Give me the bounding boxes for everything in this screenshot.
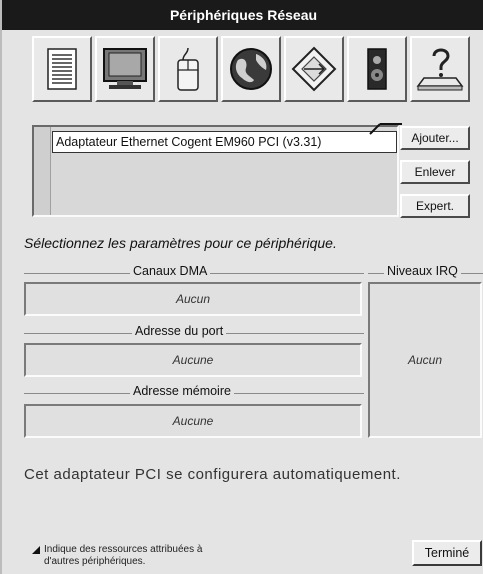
title-bar[interactable]: Périphériques Réseau bbox=[2, 0, 483, 30]
resource-legend: Indique des ressources attribuées à d'au… bbox=[32, 544, 203, 568]
memory-group-title: Adresse mémoire bbox=[130, 384, 234, 398]
port-value-box[interactable]: Aucune bbox=[24, 343, 362, 377]
dma-value: Aucun bbox=[175, 292, 211, 306]
instruction-text: Sélectionnez les paramètres pour ce péri… bbox=[24, 235, 337, 251]
dma-group-title: Canaux DMA bbox=[130, 264, 211, 278]
network-diamond-icon bbox=[291, 46, 337, 92]
document-icon bbox=[47, 48, 77, 90]
mouse-icon bbox=[177, 47, 199, 91]
irq-group-title: Niveaux IRQ bbox=[384, 264, 461, 278]
triangle-marker-icon bbox=[32, 546, 40, 554]
irq-value-box[interactable]: Aucun bbox=[368, 282, 482, 438]
display-category-button[interactable] bbox=[95, 36, 155, 102]
documents-category-button[interactable] bbox=[32, 36, 92, 102]
legend-line-1: Indique des ressources attribuées à bbox=[44, 544, 203, 555]
done-button[interactable]: Terminé bbox=[412, 540, 482, 566]
legend-line-2: d'autres périphériques. bbox=[44, 556, 146, 567]
adapter-list-item[interactable]: Adaptateur Ethernet Cogent EM960 PCI (v3… bbox=[52, 131, 397, 153]
memory-value: Aucune bbox=[172, 414, 214, 428]
monitor-icon bbox=[103, 48, 147, 89]
expert-button[interactable]: Expert. bbox=[400, 194, 470, 218]
port-value: Aucune bbox=[172, 353, 214, 367]
adapter-list[interactable]: Adaptateur Ethernet Cogent EM960 PCI (v3… bbox=[32, 125, 399, 217]
dma-value-box[interactable]: Aucun bbox=[24, 282, 362, 316]
memory-value-box[interactable]: Aucune bbox=[24, 404, 362, 438]
irq-value: Aucun bbox=[407, 353, 443, 367]
auto-config-message: Cet adaptateur PCI se configurera automa… bbox=[24, 466, 401, 483]
port-group-title: Adresse du port bbox=[132, 324, 227, 338]
callout-line-icon bbox=[369, 123, 402, 135]
add-button[interactable]: Ajouter... bbox=[400, 126, 470, 150]
help-category-button[interactable] bbox=[410, 36, 470, 102]
mouse-category-button[interactable] bbox=[158, 36, 218, 102]
network-devices-window: Périphériques Réseau Adaptateur Ethernet… bbox=[0, 0, 483, 574]
speaker-icon bbox=[367, 48, 387, 90]
list-margin bbox=[34, 127, 51, 215]
help-printer-icon bbox=[416, 48, 464, 91]
connection-category-button[interactable] bbox=[284, 36, 344, 102]
globe-icon bbox=[230, 48, 272, 90]
network-category-button[interactable] bbox=[221, 36, 281, 102]
sound-category-button[interactable] bbox=[347, 36, 407, 102]
device-category-toolbar bbox=[32, 36, 483, 106]
window-title: Périphériques Réseau bbox=[169, 7, 318, 23]
remove-button[interactable]: Enlever bbox=[400, 160, 470, 184]
